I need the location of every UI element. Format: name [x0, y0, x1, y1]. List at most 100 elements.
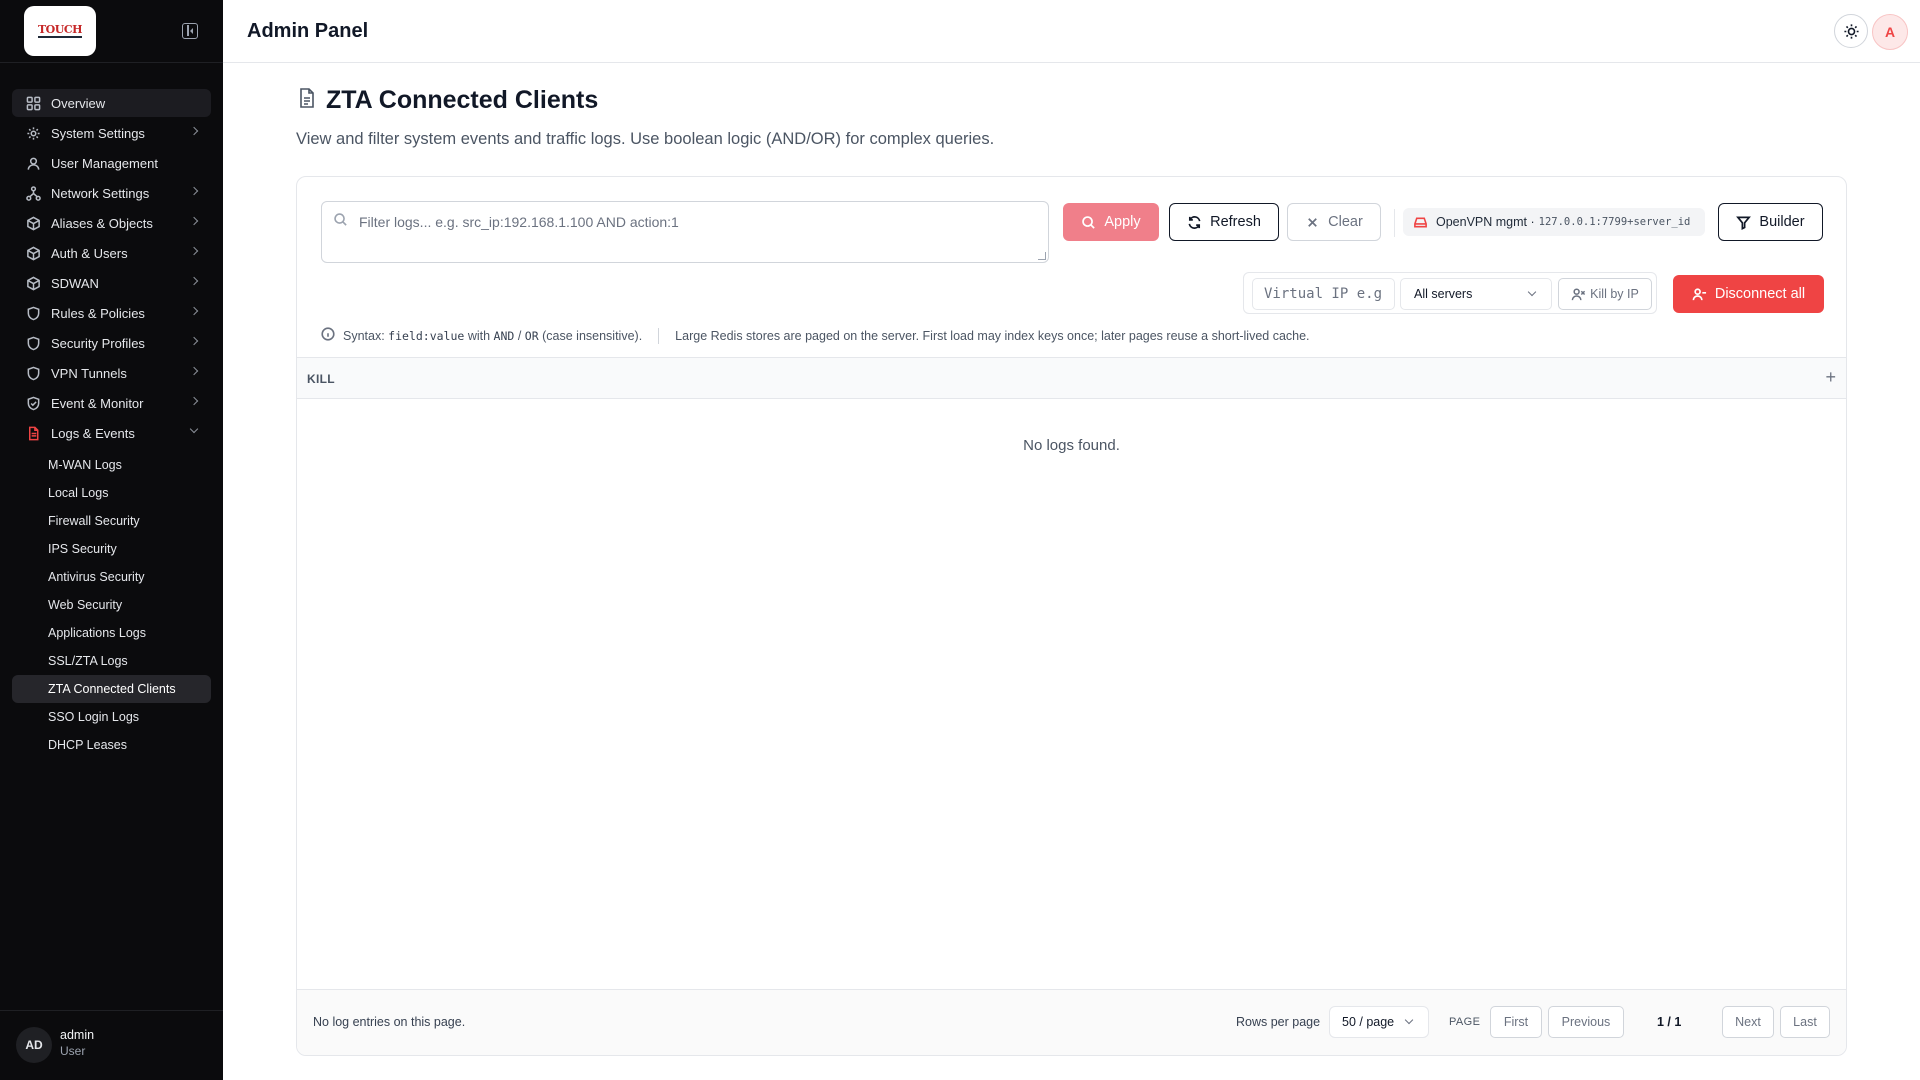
sidebar-item-label: VPN Tunnels: [51, 365, 127, 381]
gear-icon: [25, 125, 41, 141]
grid-icon: [25, 95, 41, 111]
source-label: OpenVPN mgmt ·: [1436, 215, 1535, 229]
page-label: PAGE: [1449, 1016, 1481, 1028]
rows-per-page-value: 50 / page: [1342, 1015, 1395, 1029]
column-header-kill[interactable]: KILL: [307, 372, 335, 386]
sidebar-item-system-settings[interactable]: System Settings: [12, 119, 211, 147]
sidebar-subitem-zta-connected-clients[interactable]: ZTA Connected Clients: [12, 675, 211, 703]
sidebar-item-network-settings[interactable]: Network Settings: [12, 179, 211, 207]
info-icon: [321, 327, 343, 344]
last-page-button[interactable]: Last: [1780, 1006, 1830, 1038]
empty-state: No logs found.: [1023, 437, 1120, 454]
user-x-icon: [1571, 288, 1586, 300]
sidebar-item-auth-users[interactable]: Auth & Users: [12, 239, 211, 267]
sidebar-item-label: User Management: [51, 155, 158, 171]
user-icon: [25, 155, 41, 171]
server-select-value: All servers: [1414, 287, 1473, 301]
sidebar-item-vpn-tunnels[interactable]: VPN Tunnels: [12, 359, 211, 387]
pagination-bar: No log entries on this page. Rows per pa…: [297, 989, 1846, 1055]
syntax-hint: Syntax: field:value with AND / OR (case …: [321, 327, 1310, 344]
sidebar-item-event-monitor[interactable]: Event & Monitor: [12, 389, 211, 417]
add-column-icon[interactable]: +: [1825, 368, 1836, 386]
sidebar-subitem-firewall-security[interactable]: Firewall Security: [12, 507, 211, 535]
sidebar-item-aliases-objects[interactable]: Aliases & Objects: [12, 209, 211, 237]
sidebar-subitem-web-security[interactable]: Web Security: [12, 591, 211, 619]
sidebar-subitem-local-logs[interactable]: Local Logs: [12, 479, 211, 507]
resize-handle[interactable]: [1038, 252, 1046, 260]
sidebar-item-label: Event & Monitor: [51, 395, 144, 411]
sidebar-subitem-antivirus-security[interactable]: Antivirus Security: [12, 563, 211, 591]
brand-logo[interactable]: TOUCH: [24, 6, 96, 56]
theme-toggle-button[interactable]: [1834, 14, 1868, 48]
sidebar-subitem-sso-login-logs[interactable]: SSO Login Logs: [12, 703, 211, 731]
document-icon: [296, 87, 318, 114]
sidebar-item-logs-events[interactable]: Logs & Events: [12, 419, 211, 447]
paging-note: Large Redis stores are paged on the serv…: [675, 328, 1310, 343]
logs-submenu: M-WAN Logs Local Logs Firewall Security …: [12, 451, 211, 759]
shield-icon: [25, 365, 41, 381]
virtual-ip-input[interactable]: Virtual IP e.g: [1252, 278, 1395, 310]
rows-per-page-select[interactable]: 50 / page: [1329, 1006, 1429, 1038]
filter-placeholder: Filter logs... e.g. src_ip:192.168.1.100…: [359, 214, 679, 230]
sidebar-item-sdwan[interactable]: SDWAN: [12, 269, 211, 297]
disconnect-all-button[interactable]: Disconnect all: [1673, 275, 1824, 313]
sidebar-item-label: Aliases & Objects: [51, 215, 153, 231]
sidebar-subitem-ssl-zta-logs[interactable]: SSL/ZTA Logs: [12, 647, 211, 675]
user-avatar-button[interactable]: A: [1872, 14, 1908, 50]
chevron-right-icon: [189, 186, 199, 196]
next-page-button[interactable]: Next: [1722, 1006, 1774, 1038]
search-icon: [333, 212, 348, 232]
cube-icon: [25, 215, 41, 231]
chevron-right-icon: [189, 366, 199, 376]
syntax-slash: /: [517, 328, 522, 343]
divider: [658, 327, 660, 344]
builder-button[interactable]: Builder: [1718, 203, 1823, 241]
builder-label: Builder: [1759, 214, 1805, 230]
sidebar-item-overview[interactable]: Overview: [12, 89, 211, 117]
kill-by-ip-label: Kill by IP: [1590, 287, 1639, 301]
chevron-down-icon: [1404, 1015, 1414, 1025]
sidebar-subitem-ips-security[interactable]: IPS Security: [12, 535, 211, 563]
logo-text: TOUCH: [37, 23, 83, 38]
kill-by-ip-button[interactable]: Kill by IP: [1558, 278, 1652, 310]
sidebar: TOUCH Overview System Settings User Mana…: [0, 0, 223, 1080]
syntax-with: with: [467, 328, 491, 343]
sidebar-nav: Overview System Settings User Management…: [12, 89, 211, 759]
sidebar-item-label: Auth & Users: [51, 245, 128, 261]
clear-button[interactable]: Clear: [1287, 203, 1381, 241]
sidebar-subitem-dhcp-leases[interactable]: DHCP Leases: [12, 731, 211, 759]
entries-status: No log entries on this page.: [313, 1015, 466, 1029]
apply-button[interactable]: Apply: [1063, 203, 1159, 241]
chevron-right-icon: [189, 246, 199, 256]
sidebar-item-label: Logs & Events: [51, 425, 135, 441]
page-count: 1 / 1: [1657, 1015, 1682, 1029]
page-title: ZTA Connected Clients: [326, 86, 599, 114]
disconnect-all-label: Disconnect all: [1714, 286, 1806, 302]
clear-label: Clear: [1328, 214, 1363, 230]
first-page-button[interactable]: First: [1490, 1006, 1542, 1038]
refresh-icon: [1188, 215, 1201, 229]
sidebar-item-rules-policies[interactable]: Rules & Policies: [12, 299, 211, 327]
divider: [1394, 209, 1395, 237]
filter-input[interactable]: Filter logs... e.g. src_ip:192.168.1.100…: [321, 201, 1049, 263]
previous-page-button[interactable]: Previous: [1548, 1006, 1624, 1038]
refresh-label: Refresh: [1210, 214, 1261, 230]
sidebar-subitem-mwan-logs[interactable]: M-WAN Logs: [12, 451, 211, 479]
refresh-button[interactable]: Refresh: [1169, 203, 1279, 241]
sidebar-user[interactable]: AD admin User: [0, 1010, 223, 1080]
sidebar-item-security-profiles[interactable]: Security Profiles: [12, 329, 211, 357]
shield-check-icon: [25, 395, 41, 411]
user-minus-icon: [1692, 287, 1706, 300]
sidebar-item-label: SDWAN: [51, 275, 99, 291]
sidebar-collapse-icon[interactable]: [182, 23, 198, 39]
user-name: admin: [60, 1028, 95, 1042]
sidebar-item-user-management[interactable]: User Management: [12, 149, 211, 177]
rows-per-page-label: Rows per page: [1236, 1015, 1321, 1029]
source-address: 127.0.0.1:7799+server_id: [1538, 216, 1691, 228]
cube-icon: [25, 245, 41, 261]
syntax-field: field:value: [388, 328, 465, 343]
server-select[interactable]: All servers: [1400, 278, 1552, 310]
sidebar-subitem-applications-logs[interactable]: Applications Logs: [12, 619, 211, 647]
syntax-prefix: Syntax:: [343, 328, 385, 343]
chevron-right-icon: [189, 336, 199, 346]
